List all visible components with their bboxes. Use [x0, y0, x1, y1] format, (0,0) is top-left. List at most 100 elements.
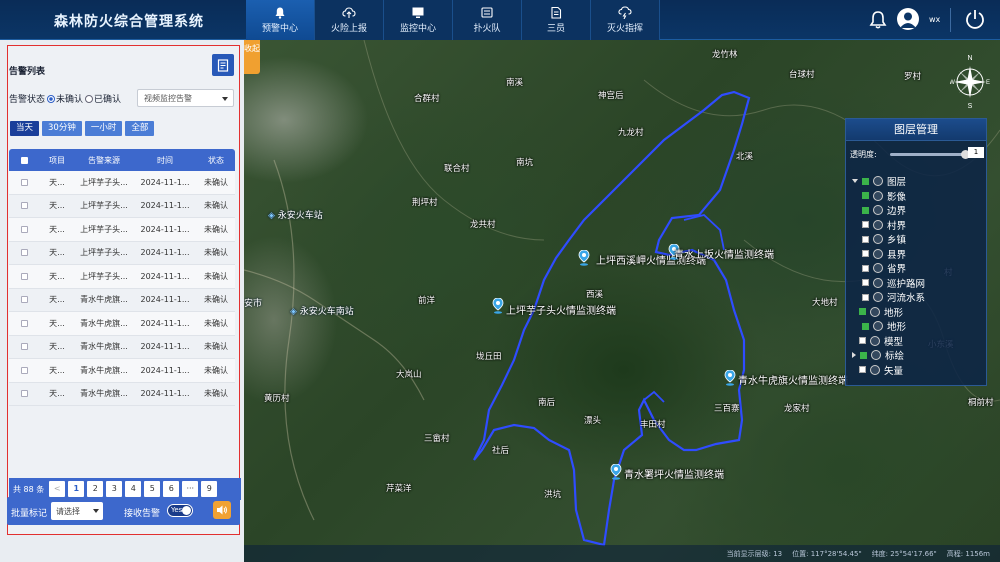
user-avatar[interactable]: [897, 8, 919, 30]
row-checkbox[interactable]: [20, 202, 28, 210]
pager-page-7[interactable]: 9: [201, 481, 218, 497]
layer-checkbox[interactable]: [862, 235, 869, 243]
row-checkbox[interactable]: [20, 272, 28, 280]
row-checkbox[interactable]: [20, 343, 28, 351]
nav-tab-5[interactable]: 灭火指挥: [591, 0, 660, 40]
layer-checkbox[interactable]: [862, 250, 869, 258]
monitoring-station-label[interactable]: 上坪芋子头火情监测终端: [506, 302, 616, 317]
camera-pin-icon[interactable]: [610, 464, 622, 480]
layer-item[interactable]: 影像: [852, 189, 984, 204]
layer-item[interactable]: 地形: [852, 319, 984, 334]
select-all-checkbox[interactable]: [20, 156, 28, 164]
pager-prev-button[interactable]: <: [49, 481, 66, 497]
map-town-label[interactable]: ◈ 永安火车南站: [290, 304, 354, 317]
user-name[interactable]: wx: [929, 15, 940, 24]
layer-item[interactable]: 地形: [852, 305, 984, 320]
layer-checkbox[interactable]: [859, 337, 866, 345]
camera-pin-icon[interactable]: [492, 298, 504, 314]
row-checkbox[interactable]: [20, 390, 28, 398]
layer-checkbox[interactable]: [859, 308, 866, 316]
layer-checkbox[interactable]: [860, 351, 867, 359]
tree-expand-icon[interactable]: [852, 179, 858, 184]
monitoring-station-label[interactable]: 青水牛虎旗火情监测终端: [738, 372, 848, 387]
collapse-panel-button[interactable]: 收起: [244, 40, 260, 74]
time-tab-1[interactable]: 30分钟: [42, 121, 82, 136]
layer-item[interactable]: 模型: [852, 334, 984, 349]
table-row[interactable]: 天... 上坪芋子头... 2024-11-1... 未确认: [9, 218, 235, 242]
row-checkbox[interactable]: [20, 296, 28, 304]
table-row[interactable]: 天... 上坪芋子头... 2024-11-1... 未确认: [9, 241, 235, 265]
export-button[interactable]: [212, 54, 234, 76]
nav-tab-4[interactable]: 三员: [522, 0, 591, 40]
table-row[interactable]: 天... 青水牛虎旗... 2024-11-1... 未确认: [9, 382, 235, 406]
radio-confirmed[interactable]: [85, 94, 94, 103]
nav-tab-1[interactable]: 火险上报: [315, 0, 384, 40]
layer-item[interactable]: 图层: [852, 174, 984, 189]
nav-tab-2[interactable]: 监控中心: [384, 0, 453, 40]
row-checkbox[interactable]: [20, 319, 28, 327]
monitoring-station-label[interactable]: 青水上坂火情监测终端: [674, 246, 774, 261]
layer-item[interactable]: 巡护路网: [852, 276, 984, 291]
pager-page-5[interactable]: 6: [163, 481, 180, 497]
alert-source-select[interactable]: 视频监控告警: [137, 89, 234, 107]
layer-item[interactable]: 省界: [852, 261, 984, 276]
camera-pin-icon[interactable]: [724, 370, 736, 386]
layer-item[interactable]: 边界: [852, 203, 984, 218]
pager-page-1[interactable]: 2: [87, 481, 104, 497]
layer-item[interactable]: 县界: [852, 247, 984, 262]
time-tab-2[interactable]: 一小时: [84, 121, 123, 136]
layer-checkbox[interactable]: [859, 366, 866, 374]
layer-item[interactable]: 标绘: [852, 348, 984, 363]
time-tab-0[interactable]: 当天: [10, 121, 40, 136]
pager-page-2[interactable]: 3: [106, 481, 123, 497]
table-row[interactable]: 天... 青水牛虎旗... 2024-11-1... 未确认: [9, 312, 235, 336]
layer-item[interactable]: 河流水系: [852, 290, 984, 305]
pager-page-3[interactable]: 4: [125, 481, 142, 497]
pager-page-0[interactable]: 1: [68, 481, 85, 497]
radio-unconfirmed[interactable]: [47, 94, 56, 103]
opacity-value[interactable]: 1: [968, 147, 984, 158]
nav-tab-3[interactable]: 扑火队: [453, 0, 522, 40]
layer-checkbox[interactable]: [862, 293, 869, 301]
table-row[interactable]: 天... 上坪芋子头... 2024-11-1... 未确认: [9, 265, 235, 289]
map-town-label[interactable]: 安市: [244, 296, 262, 309]
radio-unconfirmed-label[interactable]: 未确认: [56, 92, 83, 105]
camera-pin-icon[interactable]: [578, 250, 590, 266]
app-header: 森林防火综合管理系统 预警中心 火险上报 监控中心 扑火队 三员 灭火指挥 wx: [0, 0, 1000, 40]
longitude: 位置: 117°28'54.45": [792, 549, 862, 558]
row-checkbox[interactable]: [20, 178, 28, 186]
nav-tab-0[interactable]: 预警中心: [246, 0, 315, 40]
row-checkbox[interactable]: [20, 249, 28, 257]
pager-page-4[interactable]: 5: [144, 481, 161, 497]
layer-checkbox[interactable]: [862, 177, 869, 185]
sound-button[interactable]: [213, 501, 231, 519]
table-row[interactable]: 天... 上坪芋子头... 2024-11-1... 未确认: [9, 171, 235, 195]
opacity-slider[interactable]: [890, 150, 970, 159]
table-row[interactable]: 天... 青水牛虎旗... 2024-11-1... 未确认: [9, 359, 235, 383]
pager-page-6[interactable]: ···: [182, 481, 199, 497]
layer-checkbox[interactable]: [862, 206, 869, 214]
table-row[interactable]: 天... 青水牛虎旗... 2024-11-1... 未确认: [9, 335, 235, 359]
row-checkbox[interactable]: [20, 366, 28, 374]
map-place-label: 前洋: [418, 296, 436, 306]
layer-checkbox[interactable]: [862, 221, 869, 229]
layer-item[interactable]: 矢量: [852, 363, 984, 378]
layer-item[interactable]: 乡镇: [852, 232, 984, 247]
monitoring-station-label[interactable]: 青水署坪火情监测终端: [624, 466, 724, 481]
layer-checkbox[interactable]: [862, 279, 869, 287]
table-row[interactable]: 天... 青水牛虎旗... 2024-11-1... 未确认: [9, 288, 235, 312]
row-checkbox[interactable]: [20, 225, 28, 233]
time-tab-3[interactable]: 全部: [125, 121, 155, 136]
layer-checkbox[interactable]: [862, 264, 869, 272]
notification-bell-icon[interactable]: [868, 10, 888, 30]
radio-confirmed-label[interactable]: 已确认: [94, 92, 121, 105]
receive-alert-toggle[interactable]: Yes: [167, 504, 193, 517]
map-town-label[interactable]: ◈ 永安火车站: [268, 208, 323, 221]
layer-item[interactable]: 村界: [852, 218, 984, 233]
layer-checkbox[interactable]: [862, 322, 869, 330]
table-row[interactable]: 天... 上坪芋子头... 2024-11-1... 未确认: [9, 194, 235, 218]
batch-mark-select[interactable]: 请选择: [51, 502, 103, 520]
layer-checkbox[interactable]: [862, 192, 869, 200]
power-icon[interactable]: [964, 8, 986, 30]
tree-collapse-icon[interactable]: [852, 352, 856, 359]
